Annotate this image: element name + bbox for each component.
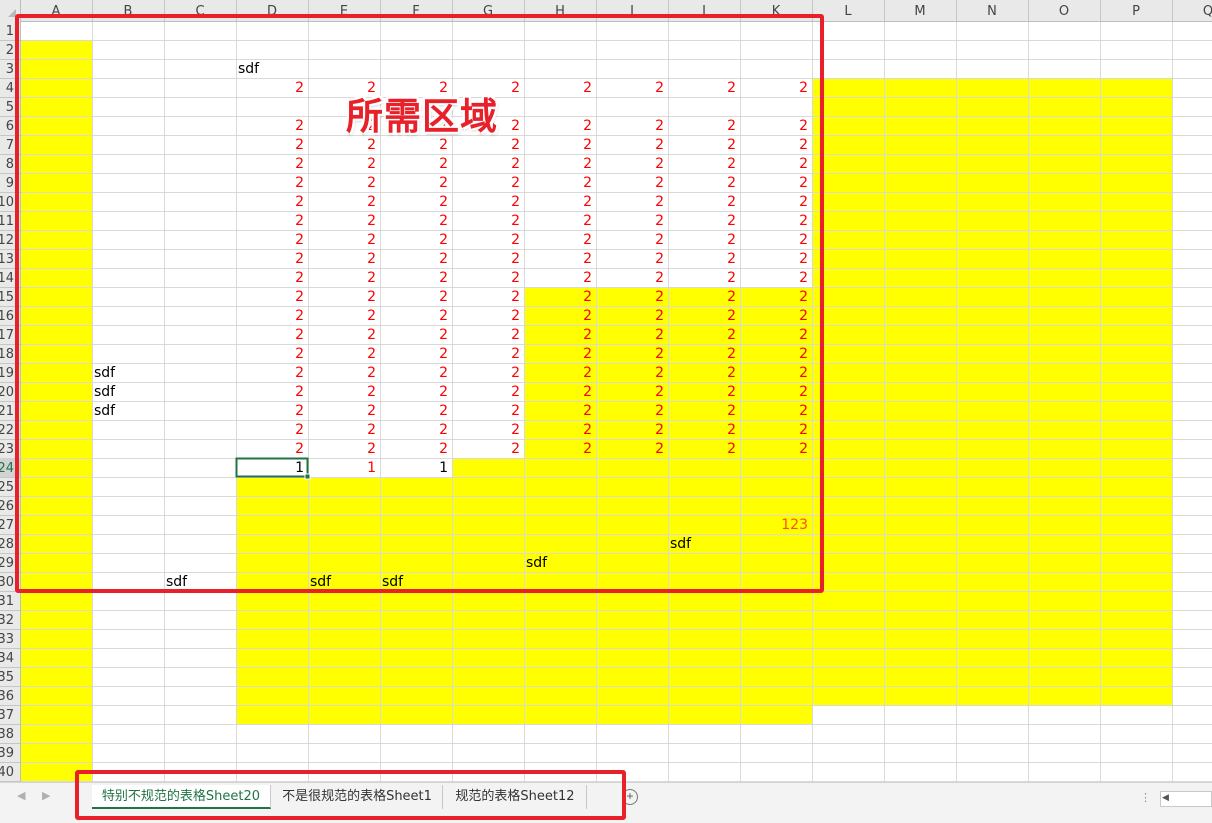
row-header-7[interactable]: 7: [6, 138, 14, 153]
row-header-31[interactable]: 31: [0, 594, 14, 609]
row-header-6[interactable]: 6: [6, 119, 14, 134]
row-header-40[interactable]: 40: [0, 765, 14, 780]
row-header-39[interactable]: 39: [0, 746, 14, 761]
column-header-p[interactable]: P: [1132, 4, 1140, 19]
row-header-11[interactable]: 11: [0, 214, 14, 229]
row-header-37[interactable]: 37: [0, 708, 14, 723]
row-header-1[interactable]: 1: [6, 24, 14, 39]
column-header-l[interactable]: L: [844, 4, 852, 19]
row-header-13[interactable]: 13: [0, 252, 14, 267]
row-header-34[interactable]: 34: [0, 651, 14, 666]
row-header-15[interactable]: 15: [0, 290, 14, 305]
row-header-18[interactable]: 18: [0, 347, 14, 362]
row-header-24[interactable]: 24: [0, 461, 14, 476]
column-header-n[interactable]: N: [987, 4, 997, 19]
row-header-3[interactable]: 3: [6, 62, 14, 77]
row-header-5[interactable]: 5: [6, 100, 14, 115]
row-header-21[interactable]: 21: [0, 404, 14, 419]
row-header-4[interactable]: 4: [6, 81, 14, 96]
row-header-10[interactable]: 10: [0, 195, 14, 210]
row-header-27[interactable]: 27: [0, 518, 14, 533]
row-header-19[interactable]: 19: [0, 366, 14, 381]
sheet-tabs-frame: [75, 770, 626, 820]
more-options-icon[interactable]: ⋮: [1140, 791, 1151, 804]
row-header-29[interactable]: 29: [0, 556, 14, 571]
row-header-28[interactable]: 28: [0, 537, 14, 552]
row-header-25[interactable]: 25: [0, 480, 14, 495]
row-header-12[interactable]: 12: [0, 233, 14, 248]
column-header-o[interactable]: O: [1059, 4, 1069, 19]
row-header-17[interactable]: 17: [0, 328, 14, 343]
row-header-9[interactable]: 9: [6, 176, 14, 191]
row-header-35[interactable]: 35: [0, 670, 14, 685]
tab-prev-icon[interactable]: ◀: [17, 789, 25, 802]
column-header-m[interactable]: M: [914, 4, 925, 19]
row-header-26[interactable]: 26: [0, 499, 14, 514]
row-header-23[interactable]: 23: [0, 442, 14, 457]
row-header-8[interactable]: 8: [6, 157, 14, 172]
row-header-33[interactable]: 33: [0, 632, 14, 647]
row-header-36[interactable]: 36: [0, 689, 14, 704]
row-header-30[interactable]: 30: [0, 575, 14, 590]
row-header-2[interactable]: 2: [6, 43, 14, 58]
tab-next-icon[interactable]: ▶: [42, 789, 50, 802]
row-header-14[interactable]: 14: [0, 271, 14, 286]
column-header-q[interactable]: Q: [1203, 4, 1212, 19]
scroll-left-icon[interactable]: ◀: [1162, 792, 1169, 803]
row-header-22[interactable]: 22: [0, 423, 14, 438]
row-header-32[interactable]: 32: [0, 613, 14, 628]
row-header-38[interactable]: 38: [0, 727, 14, 742]
required-area-label: 所需区域: [346, 95, 498, 138]
row-header-20[interactable]: 20: [0, 385, 14, 400]
row-header-16[interactable]: 16: [0, 309, 14, 324]
